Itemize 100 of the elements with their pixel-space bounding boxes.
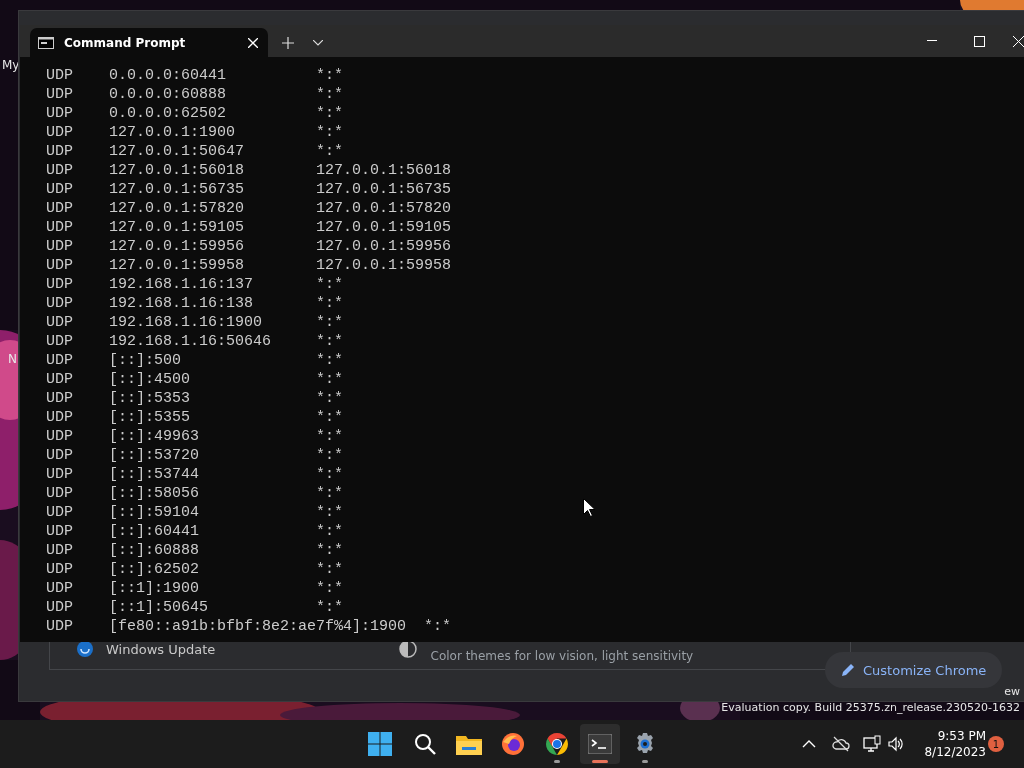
foreign-address-text: *:* <box>316 541 343 560</box>
protocol-text: UDP <box>46 352 73 369</box>
desktop-icon-label: My <box>2 58 20 72</box>
local-address-text: [::]:5353 <box>109 390 190 407</box>
plus-icon <box>282 37 294 49</box>
foreign-address-text: *:* <box>316 427 343 446</box>
clock-time[interactable]: 9:53 PM <box>924 728 986 744</box>
pencil-icon <box>841 663 855 677</box>
local-address-text: [::]:5355 <box>109 409 190 426</box>
protocol-text: UDP <box>46 219 73 236</box>
foreign-address-text: *:* <box>316 332 343 351</box>
cloud-off-icon[interactable] <box>832 736 850 752</box>
local-address-text: 0.0.0.0:60441 <box>109 67 227 84</box>
foreign-address-text: *:* <box>316 408 343 427</box>
local-address-text: [fe80::a91b:bfbf:8e2:ae7f%4]:1900 <box>109 618 407 635</box>
card-label: Windows Update <box>106 641 216 657</box>
card-label: Color themes for low vision, light sensitivity <box>430 648 694 663</box>
protocol-text: UDP <box>46 504 73 521</box>
local-address-text: [::]:62502 <box>109 561 199 578</box>
local-address-text: 192.168.1.16:50646 <box>109 333 272 350</box>
local-address-text: 127.0.0.1:50647 <box>109 143 245 160</box>
foreign-address-text: *:* <box>316 370 343 389</box>
close-icon[interactable] <box>248 37 258 48</box>
chevron-up-icon[interactable] <box>802 738 816 750</box>
local-address-text: [::]:4500 <box>109 371 190 388</box>
protocol-text: UDP <box>46 523 73 540</box>
local-address-text: [::]:59104 <box>109 504 199 521</box>
foreign-address-text: *:* <box>316 560 343 579</box>
protocol-text: UDP <box>46 542 73 559</box>
watermark-text: ew <box>1004 685 1020 698</box>
foreign-address-text: *:* <box>316 465 343 484</box>
protocol-text: UDP <box>46 466 73 483</box>
protocol-text: UDP <box>46 314 73 331</box>
local-address-text: [::]:500 <box>109 352 181 369</box>
maximize-icon <box>973 35 985 47</box>
local-address-text: [::]:49963 <box>109 428 199 445</box>
close-icon <box>1013 35 1024 47</box>
local-address-text: 192.168.1.16:138 <box>109 295 254 312</box>
clock-date[interactable]: 8/12/2023 <box>924 744 986 760</box>
local-address-text: [::]:60441 <box>109 523 199 540</box>
protocol-text: UDP <box>46 447 73 464</box>
protocol-text: UDP <box>46 200 73 217</box>
foreign-address-text: *:* <box>316 446 343 465</box>
local-address-text: [::1]:1900 <box>109 580 199 597</box>
protocol-text: UDP <box>46 485 73 502</box>
local-address-text: 192.168.1.16:137 <box>109 276 254 293</box>
folder-icon <box>456 733 482 755</box>
protocol-text: UDP <box>46 238 73 255</box>
protocol-text: UDP <box>46 618 73 635</box>
foreign-address-text: *:* <box>316 275 343 294</box>
foreign-address-text: *:* <box>316 313 343 332</box>
protocol-text: UDP <box>46 409 73 426</box>
chevron-down-icon <box>313 40 323 46</box>
local-address-text: [::1]:50645 <box>109 599 209 616</box>
protocol-text: UDP <box>46 276 73 293</box>
protocol-text: UDP <box>46 390 73 407</box>
foreign-address-text: 127.0.0.1:57820 <box>316 199 452 218</box>
customize-chrome-button[interactable]: Customize Chrome <box>825 652 1003 688</box>
mouse-pointer-icon <box>583 498 595 517</box>
local-address-text: 0.0.0.0:62502 <box>109 105 227 122</box>
foreign-address-text: *:* <box>316 522 343 541</box>
local-address-text: [::]:53744 <box>109 466 199 483</box>
watermark-text: Evaluation copy. Build 25375.zn_release.230520-1632 <box>721 701 1020 714</box>
local-address-text: 127.0.0.1:59105 <box>109 219 245 236</box>
protocol-text: UDP <box>46 86 73 103</box>
minimize-icon <box>927 40 937 42</box>
foreign-address-text: *:* <box>316 142 343 161</box>
foreign-address-text: *:* <box>316 85 343 104</box>
desktop-icon-label: N <box>8 352 17 366</box>
foreign-address-text: *:* <box>316 389 343 408</box>
protocol-text: UDP <box>46 257 73 274</box>
terminal-icon <box>588 734 612 754</box>
foreign-address-text: 127.0.0.1:59956 <box>316 237 452 256</box>
local-address-text: 127.0.0.1:56018 <box>109 162 245 179</box>
volume-icon[interactable] <box>888 736 904 752</box>
foreign-address-text: 127.0.0.1:56018 <box>316 161 452 180</box>
local-address-text: 127.0.0.1:59958 <box>109 257 245 274</box>
protocol-text: UDP <box>46 105 73 122</box>
terminal-tab[interactable]: Command Prompt <box>30 28 268 57</box>
protocol-text: UDP <box>46 333 73 350</box>
protocol-text: UDP <box>46 599 73 616</box>
local-address-text: 127.0.0.1:59956 <box>109 238 245 255</box>
protocol-text: UDP <box>46 67 73 84</box>
network-icon[interactable] <box>863 735 881 753</box>
local-address-text: [::]:58056 <box>109 485 199 502</box>
fox-globe-icon <box>501 732 525 756</box>
foreign-address-text: 127.0.0.1:56735 <box>316 180 452 199</box>
protocol-text: UDP <box>46 124 73 141</box>
windows-logo-icon <box>368 732 392 756</box>
local-address-text: [::]:60888 <box>109 542 199 559</box>
foreign-address-text: *:* <box>316 123 343 142</box>
foreign-address-text: 127.0.0.1:59105 <box>316 218 452 237</box>
refresh-shield-icon <box>76 640 94 658</box>
protocol-text: UDP <box>46 428 73 445</box>
local-address-text: [::]:53720 <box>109 447 199 464</box>
protocol-text: UDP <box>46 371 73 388</box>
foreign-address-text: *:* <box>316 294 343 313</box>
foreign-address-text: *:* <box>316 484 343 503</box>
chrome-logo-icon <box>545 732 569 756</box>
foreign-address-text: *:* <box>316 503 343 522</box>
